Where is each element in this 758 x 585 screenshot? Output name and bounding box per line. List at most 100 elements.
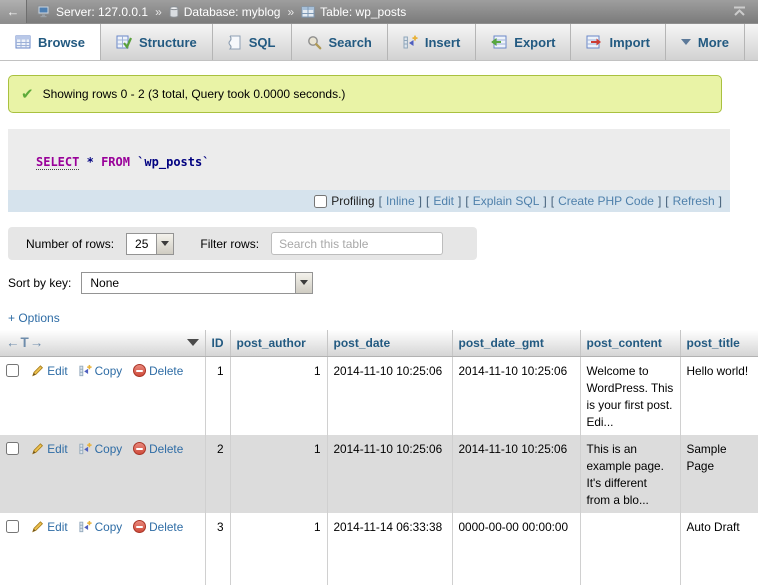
cell-post-date: 2014-11-10 10:25:06 xyxy=(327,435,452,513)
tab-bar: Browse Structure SQL Search Insert Expor… xyxy=(0,23,758,61)
bracket: [ xyxy=(465,194,468,208)
edit-query-link[interactable]: Edit xyxy=(433,194,454,208)
back-arrow-icon[interactable]: ← xyxy=(0,0,27,23)
database-icon xyxy=(169,6,179,18)
row-actions: Edit Copy Delete xyxy=(0,513,205,585)
copy-link[interactable]: Copy xyxy=(79,442,123,456)
tab-label: More xyxy=(698,35,729,50)
cell-post-title: Hello world! xyxy=(680,356,758,435)
delete-link[interactable]: Delete xyxy=(133,520,183,534)
table-row: EditCopyDelete 1 1 2014-11-10 10:25:06 2… xyxy=(0,356,758,435)
column-header-post-content[interactable]: post_content xyxy=(580,330,680,356)
row-checkbox[interactable] xyxy=(6,364,19,377)
sql-keyword-from: FROM xyxy=(101,155,130,169)
options-toggle[interactable]: + Options xyxy=(8,311,60,325)
select-value: 25 xyxy=(127,234,156,254)
bracket: [ xyxy=(551,194,554,208)
edit-link[interactable]: Edit xyxy=(31,520,67,534)
delete-icon xyxy=(133,520,146,533)
create-php-code-link[interactable]: Create PHP Code xyxy=(558,194,654,208)
column-header-actions[interactable]: ←T→ xyxy=(0,330,205,356)
tab-structure[interactable]: Structure xyxy=(101,24,213,60)
bracket: [ xyxy=(665,194,668,208)
tab-import[interactable]: Import xyxy=(571,24,665,60)
filter-rows-input[interactable] xyxy=(271,232,443,255)
tab-insert[interactable]: Insert xyxy=(388,24,476,60)
select-arrow-icon xyxy=(156,234,173,254)
row-checkbox[interactable] xyxy=(6,442,19,455)
sort-options-icon[interactable] xyxy=(187,339,199,346)
breadcrumb-bar: ← Server: 127.0.0.1 » Database: myblog »… xyxy=(0,0,758,23)
cell-post-content xyxy=(580,513,680,585)
cell-post-date: 2014-11-10 10:25:06 xyxy=(327,356,452,435)
results-table: ←T→ ID post_author post_date post_date_g… xyxy=(0,330,758,585)
number-of-rows-label: Number of rows: xyxy=(26,237,114,251)
transpose-icon[interactable]: ←T→ xyxy=(6,335,44,350)
edit-label: Edit xyxy=(47,442,67,456)
sql-icon xyxy=(228,35,242,50)
number-of-rows-select[interactable]: 25 xyxy=(126,233,174,255)
table-row: EditCopyDelete 2 1 2014-11-10 10:25:06 2… xyxy=(0,435,758,513)
profiling-checkbox[interactable] xyxy=(314,195,327,208)
refresh-link[interactable]: Refresh xyxy=(673,194,715,208)
sql-keyword-select[interactable]: SELECT xyxy=(36,155,79,170)
column-header-post-date-gmt[interactable]: post_date_gmt xyxy=(452,330,580,356)
column-header-post-author[interactable]: post_author xyxy=(230,330,327,356)
chevron-down-icon xyxy=(681,39,691,45)
inline-link[interactable]: Inline xyxy=(386,194,415,208)
filter-rows-label: Filter rows: xyxy=(200,237,259,251)
delete-link[interactable]: Delete xyxy=(133,364,183,378)
row-actions: Edit Copy Delete xyxy=(0,356,205,435)
tab-label: Search xyxy=(329,35,372,50)
copy-link[interactable]: Copy xyxy=(79,364,123,378)
column-header-post-title[interactable]: post_title xyxy=(680,330,758,356)
delete-link[interactable]: Delete xyxy=(133,442,183,456)
breadcrumb-server[interactable]: Server: 127.0.0.1 xyxy=(56,5,148,19)
copy-link[interactable]: Copy xyxy=(79,520,123,534)
column-header-id[interactable]: ID xyxy=(205,330,230,356)
tab-sql[interactable]: SQL xyxy=(213,24,292,60)
cell-post-date-gmt: 2014-11-10 10:25:06 xyxy=(452,356,580,435)
pencil-icon xyxy=(31,520,44,533)
sql-query: SELECT * FROM `wp_posts` xyxy=(8,129,730,190)
pencil-icon xyxy=(31,364,44,377)
sort-by-key-label: Sort by key: xyxy=(8,276,71,290)
edit-link[interactable]: Edit xyxy=(31,442,67,456)
edit-link[interactable]: Edit xyxy=(31,364,67,378)
cell-post-author: 1 xyxy=(230,435,327,513)
copy-icon xyxy=(79,520,92,533)
breadcrumb-table[interactable]: Table: wp_posts xyxy=(320,5,406,19)
cell-post-date-gmt: 0000-00-00 00:00:00 xyxy=(452,513,580,585)
cell-post-content: Welcome to WordPress. This is your first… xyxy=(580,356,680,435)
tab-label: Export xyxy=(514,35,555,50)
row-checkbox[interactable] xyxy=(6,520,19,533)
delete-label: Delete xyxy=(149,442,183,456)
bracket: ] xyxy=(458,194,461,208)
tab-label: SQL xyxy=(249,35,276,50)
cell-post-date-gmt: 2014-11-10 10:25:06 xyxy=(452,435,580,513)
cell-id: 3 xyxy=(205,513,230,585)
profiling-label: Profiling xyxy=(331,194,374,208)
cell-post-author: 1 xyxy=(230,356,327,435)
breadcrumb-database[interactable]: Database: myblog xyxy=(184,5,281,19)
tab-label: Import xyxy=(609,35,649,50)
collapse-icon[interactable] xyxy=(726,6,752,17)
tab-export[interactable]: Export xyxy=(476,24,571,60)
explain-sql-link[interactable]: Explain SQL xyxy=(473,194,540,208)
tab-search[interactable]: Search xyxy=(292,24,388,60)
tab-browse[interactable]: Browse xyxy=(0,24,101,60)
select-arrow-icon xyxy=(295,273,312,293)
search-icon xyxy=(307,35,322,50)
delete-label: Delete xyxy=(149,364,183,378)
tab-more[interactable]: More xyxy=(666,24,745,60)
insert-icon xyxy=(403,35,418,50)
edit-label: Edit xyxy=(47,364,67,378)
sort-by-key-select[interactable]: None xyxy=(81,272,313,294)
pencil-icon xyxy=(31,442,44,455)
column-header-post-date[interactable]: post_date xyxy=(327,330,452,356)
tab-label: Structure xyxy=(139,35,197,50)
export-icon xyxy=(491,35,507,49)
success-text: Showing rows 0 - 2 (3 total, Query took … xyxy=(43,87,346,101)
bracket: ] xyxy=(719,194,722,208)
import-icon xyxy=(586,35,602,49)
